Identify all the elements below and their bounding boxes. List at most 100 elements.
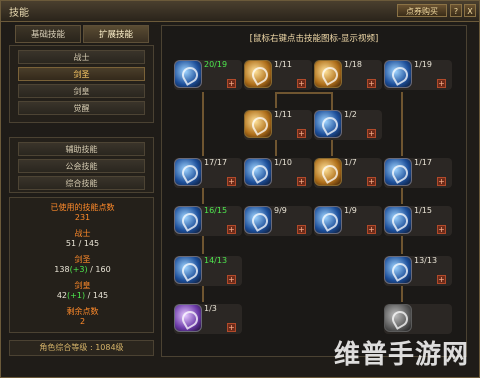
tree-link — [202, 92, 204, 156]
skill-slot — [384, 304, 452, 334]
sword-spin-icon[interactable] — [244, 158, 272, 186]
category-support-skills[interactable]: 辅助技能 — [18, 142, 145, 156]
sword-strike-icon[interactable] — [314, 60, 342, 88]
help-button[interactable]: ? — [450, 4, 462, 17]
sword-saint-points-value: 138(+3) / 160 — [10, 265, 155, 274]
sword-pierce-icon[interactable] — [244, 206, 272, 234]
tab-basic-skills[interactable]: 基础技能 — [15, 25, 81, 43]
skill-slot: 1/11 + — [244, 60, 312, 90]
skill-level: 14/13 — [204, 256, 228, 265]
skill-level-up-button[interactable]: + — [437, 225, 446, 234]
category-sword-saint[interactable]: 剑圣 — [18, 67, 145, 81]
skill-level: 1/3 — [204, 304, 217, 313]
sword-ultimate-icon[interactable] — [174, 304, 202, 332]
skill-level: 1/17 — [414, 158, 432, 167]
skill-slot: 13/13 + — [384, 256, 452, 286]
shop-button[interactable]: 点券购买 — [397, 4, 447, 17]
sword-wave-icon[interactable] — [384, 60, 412, 88]
skill-level: 1/18 — [344, 60, 362, 69]
skill-slot: 1/3 + — [174, 304, 242, 334]
sword-moon-icon[interactable] — [384, 206, 412, 234]
left-panel: 基础技能 扩展技能 战士 剑圣 剑皇 觉醒 辅助技能 公会技能 综合技能 已使用… — [9, 25, 154, 365]
warrior-points-label: 战士 — [74, 229, 91, 238]
character-level-line: 角色综合等级 : 1084级 — [9, 340, 154, 356]
skill-level-up-button[interactable]: + — [297, 177, 306, 186]
skill-level: 1/9 — [344, 206, 357, 215]
skill-tree-hint: [鼠标右键点击技能图标-显示视频] — [249, 34, 379, 44]
skill-level: 1/2 — [344, 110, 357, 119]
tab-extended-skills[interactable]: 扩展技能 — [83, 25, 149, 43]
warrior-points-value: 51 / 145 — [65, 239, 100, 248]
skill-slot: 17/17 + — [174, 158, 242, 188]
skill-level: 9/9 — [274, 206, 287, 215]
tree-link — [275, 92, 277, 108]
skill-level-up-button[interactable]: + — [437, 177, 446, 186]
sword-locked-icon[interactable] — [384, 304, 412, 332]
sword-circle-icon[interactable] — [174, 158, 202, 186]
category-general-skills[interactable]: 综合技能 — [18, 176, 145, 190]
skill-slot: 16/15 + — [174, 206, 242, 236]
skill-slot: 14/13 + — [174, 256, 242, 286]
skill-level-up-button[interactable]: + — [297, 129, 306, 138]
category-sword-king[interactable]: 剑皇 — [18, 84, 145, 98]
skill-level-up-button[interactable]: + — [367, 225, 376, 234]
sword-combo-icon[interactable] — [174, 256, 202, 284]
tree-link — [202, 188, 204, 204]
skill-level-up-button[interactable]: + — [227, 177, 236, 186]
skill-tree-panel: [鼠标右键点击技能图标-显示视频] 20/19 +1/11 +1/18 +1/19 +1… — [161, 25, 467, 357]
skill-level-up-button[interactable]: + — [227, 79, 236, 88]
skill-level-up-button[interactable]: + — [227, 323, 236, 332]
tree-link — [275, 92, 331, 94]
sword-saint-base: 138 — [54, 265, 70, 274]
skill-level-up-button[interactable]: + — [437, 79, 446, 88]
sword-guard-icon[interactable] — [244, 110, 272, 138]
skill-level-up-button[interactable]: + — [227, 275, 236, 284]
skill-window: 技能 点券购买 ? X 基础技能 扩展技能 战士 剑圣 剑皇 觉醒 辅助技能 公… — [0, 0, 480, 378]
sword-slash-icon[interactable] — [174, 60, 202, 88]
category-awakening[interactable]: 觉醒 — [18, 101, 145, 115]
tree-link — [401, 236, 403, 254]
title-bar: 技能 点券购买 ? X — [1, 1, 479, 22]
sword-king-bonus: (+1) — [67, 291, 86, 300]
skill-level: 1/7 — [344, 158, 357, 167]
sword-burst-icon[interactable] — [314, 206, 342, 234]
skill-level-up-button[interactable]: + — [367, 79, 376, 88]
class-category-panel: 战士 剑圣 剑皇 觉醒 — [9, 45, 154, 123]
sword-rift-icon[interactable] — [384, 158, 412, 186]
skill-level: 1/11 — [274, 60, 292, 69]
tree-link — [202, 286, 204, 302]
sword-saint-bonus: (+3) — [69, 265, 88, 274]
tree-link — [401, 188, 403, 204]
skill-level: 1/11 — [274, 110, 292, 119]
skill-level-up-button[interactable]: + — [297, 79, 306, 88]
sword-king-max: / 145 — [85, 291, 109, 300]
sword-aura-icon[interactable] — [314, 158, 342, 186]
watermark: 维普手游网 — [333, 340, 469, 370]
misc-category-panel: 辅助技能 公会技能 综合技能 — [9, 137, 154, 193]
sword-saint-points-label: 剑圣 — [74, 255, 91, 264]
sword-king-points-value: 42(+1) / 145 — [10, 291, 155, 300]
category-warrior[interactable]: 战士 — [18, 50, 145, 64]
skill-level: 1/15 — [414, 206, 432, 215]
sword-saint-max: / 160 — [87, 265, 111, 274]
skill-level-up-button[interactable]: + — [437, 275, 446, 284]
skill-level: 1/19 — [414, 60, 432, 69]
sword-king-points-label: 剑皇 — [74, 281, 91, 290]
sword-dash-icon[interactable] — [314, 110, 342, 138]
skill-slot: 1/11 + — [244, 110, 312, 140]
skill-level-up-button[interactable]: + — [367, 129, 376, 138]
skill-level-up-button[interactable]: + — [227, 225, 236, 234]
used-points-label: 已使用的技能点数 — [50, 203, 115, 212]
skill-level: 20/19 — [204, 60, 228, 69]
category-guild-skills[interactable]: 公会技能 — [18, 159, 145, 173]
sword-storm-icon[interactable] — [384, 256, 412, 284]
close-button[interactable]: X — [464, 4, 476, 17]
sword-king-base: 42 — [56, 291, 68, 300]
sword-flame-icon[interactable] — [244, 60, 272, 88]
skill-slot: 1/10 + — [244, 158, 312, 188]
skill-slot: 1/7 + — [314, 158, 382, 188]
skill-slot: 20/19 + — [174, 60, 242, 90]
skill-level-up-button[interactable]: + — [297, 225, 306, 234]
sword-charge-icon[interactable] — [174, 206, 202, 234]
skill-level-up-button[interactable]: + — [367, 177, 376, 186]
